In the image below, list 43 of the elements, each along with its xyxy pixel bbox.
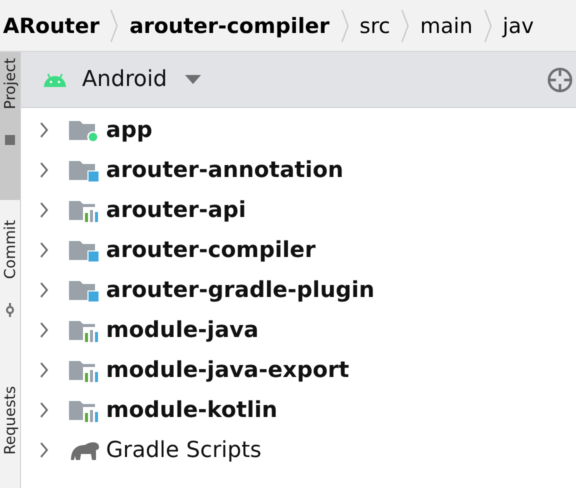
breadcrumb-item[interactable]: jav — [502, 14, 534, 38]
tree-item-label[interactable]: module-java — [106, 318, 259, 342]
expand-chevron-icon[interactable] — [39, 322, 49, 338]
expand-chevron-icon[interactable] — [39, 122, 49, 138]
side-tab[interactable]: Project — [0, 52, 20, 200]
module-folder-icon — [69, 358, 101, 382]
side-tab[interactable]: Commit — [0, 200, 20, 356]
tree-item-label[interactable]: app — [106, 118, 152, 142]
tree-item-label[interactable]: module-java-export — [106, 358, 350, 382]
expand-chevron-icon[interactable] — [39, 162, 49, 178]
library-folder-icon — [69, 158, 101, 182]
expand-chevron-icon[interactable] — [39, 202, 49, 218]
expand-chevron-icon[interactable] — [39, 442, 49, 458]
module-folder-icon — [69, 318, 101, 342]
library-folder-icon — [69, 238, 101, 262]
chevron-separator-icon — [400, 8, 410, 42]
tree-item-label[interactable]: arouter-compiler — [106, 238, 316, 262]
breadcrumb-item[interactable]: src — [360, 14, 390, 38]
android-icon — [42, 72, 68, 88]
caret-icon — [185, 74, 202, 84]
breadcrumb-item[interactable]: ARouter — [3, 14, 100, 38]
tree-item-label[interactable]: arouter-gradle-plugin — [106, 278, 375, 302]
square-icon — [4, 133, 16, 148]
expand-chevron-icon[interactable] — [39, 402, 49, 418]
side-tab[interactable]: Requests — [0, 356, 20, 488]
library-folder-icon — [69, 278, 101, 302]
module-folder-icon — [69, 398, 101, 422]
module-folder-icon — [69, 198, 101, 222]
tree-item-label[interactable]: arouter-api — [106, 198, 246, 222]
expand-chevron-icon[interactable] — [39, 362, 49, 378]
breadcrumb-item[interactable]: arouter-compiler — [129, 14, 330, 38]
chevron-separator-icon — [482, 8, 493, 42]
tree-item-label[interactable]: Gradle Scripts — [106, 438, 262, 462]
expand-chevron-icon[interactable] — [39, 282, 49, 298]
view-dropdown[interactable]: Android — [68, 67, 206, 92]
tree-item-label[interactable]: arouter-annotation — [106, 158, 344, 182]
locate-icon[interactable] — [546, 66, 574, 94]
breadcrumb-item[interactable]: main — [420, 14, 473, 38]
expand-chevron-icon[interactable] — [39, 242, 49, 258]
chevron-separator-icon — [109, 8, 120, 42]
tree-item-label[interactable]: module-kotlin — [106, 398, 278, 422]
commit-icon — [4, 302, 16, 317]
chevron-separator-icon — [340, 8, 350, 42]
